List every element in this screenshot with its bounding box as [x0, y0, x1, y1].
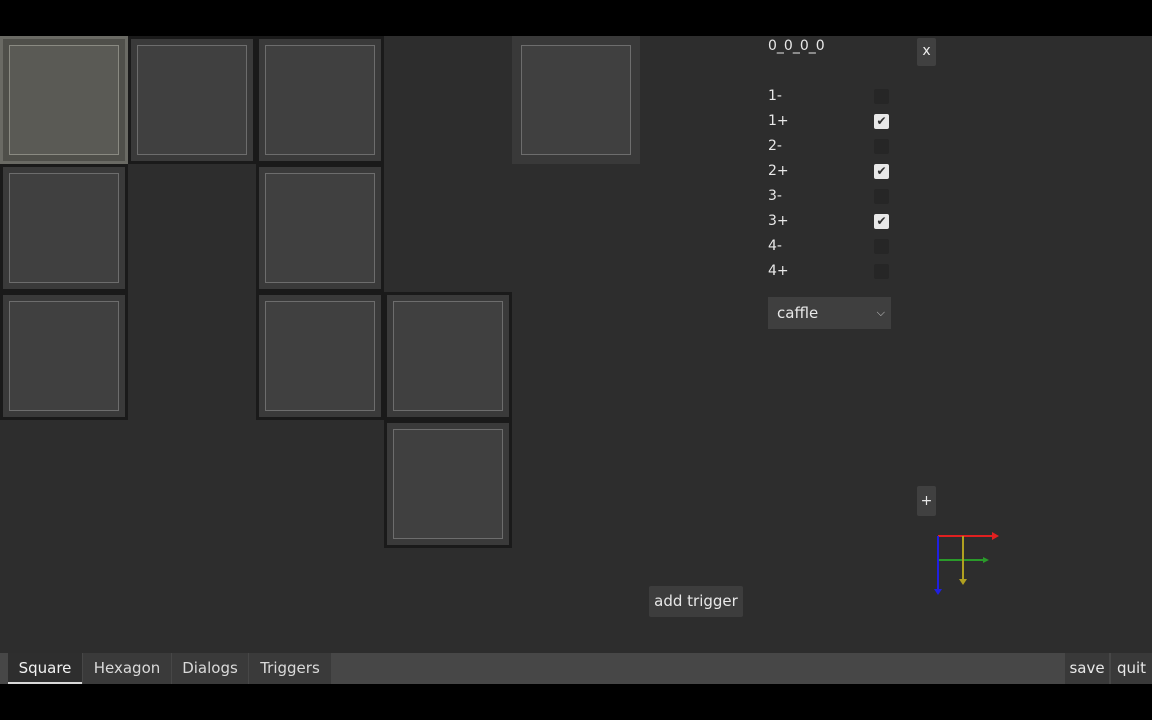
tab-square[interactable]: Square — [8, 653, 82, 684]
tile-face — [137, 45, 247, 155]
select-value: caffle — [777, 304, 819, 322]
grid-tile[interactable] — [0, 292, 128, 420]
chevron-down-icon: ⌵ — [876, 306, 885, 319]
grid-tile[interactable] — [256, 36, 384, 164]
quit-button[interactable]: quit — [1111, 653, 1152, 684]
tab-hexagon[interactable]: Hexagon — [83, 653, 171, 684]
direction-option-3-plus[interactable]: 3+ ✔ — [768, 211, 892, 233]
tile-face — [9, 45, 119, 155]
checkbox-checked[interactable]: ✔ — [874, 214, 889, 229]
direction-option-3-minus[interactable]: 3- — [768, 186, 892, 208]
tile-face — [265, 173, 375, 283]
z-axis-arrow — [934, 589, 942, 595]
grid-tile[interactable] — [128, 36, 256, 164]
grid-tile[interactable] — [256, 164, 384, 292]
tile-face — [265, 301, 375, 411]
save-button[interactable]: save — [1065, 653, 1109, 684]
tile-face — [393, 301, 503, 411]
add-trigger-button[interactable]: add trigger — [649, 586, 743, 617]
checkbox[interactable] — [874, 264, 889, 279]
option-label: 4+ — [768, 263, 789, 279]
option-label: 1- — [768, 88, 782, 104]
tile-id-label: 0_0_0_0 — [768, 38, 825, 54]
direction-option-4-plus[interactable]: 4+ — [768, 261, 892, 283]
direction-option-1-minus[interactable]: 1- — [768, 86, 892, 108]
tile-face — [9, 173, 119, 283]
tile-face — [9, 301, 119, 411]
option-label: 2- — [768, 138, 782, 154]
checkbox[interactable] — [874, 89, 889, 104]
checkbox[interactable] — [874, 239, 889, 254]
tab-triggers[interactable]: Triggers — [249, 653, 331, 684]
tab-dialogs[interactable]: Dialogs — [172, 653, 248, 684]
option-label: 4- — [768, 238, 782, 254]
checkbox[interactable] — [874, 189, 889, 204]
tile-type-select[interactable]: caffle ⌵ — [768, 297, 891, 329]
grid-tile-selected[interactable] — [0, 36, 128, 164]
checkbox[interactable] — [874, 139, 889, 154]
option-label: 2+ — [768, 163, 789, 179]
tile-face — [521, 45, 631, 155]
direction-option-2-minus[interactable]: 2- — [768, 136, 892, 158]
direction-option-4-minus[interactable]: 4- — [768, 236, 892, 258]
add-button[interactable]: + — [917, 486, 936, 516]
direction-option-2-plus[interactable]: 2+ ✔ — [768, 161, 892, 183]
option-label: 3+ — [768, 213, 789, 229]
grid-tile[interactable] — [512, 36, 640, 164]
y-axis-arrow — [983, 557, 989, 563]
grid-tile[interactable] — [0, 164, 128, 292]
checkbox-checked[interactable]: ✔ — [874, 114, 889, 129]
checkbox-checked[interactable]: ✔ — [874, 164, 889, 179]
axis-gizmo-icon — [934, 532, 999, 595]
x-axis-arrow — [992, 532, 999, 540]
w-axis-arrow — [959, 579, 967, 585]
bottom-tab-bar: Square Hexagon Dialogs Triggers save qui… — [0, 653, 1152, 684]
option-label: 3- — [768, 188, 782, 204]
direction-option-1-plus[interactable]: 1+ ✔ — [768, 111, 892, 133]
grid-tile[interactable] — [256, 292, 384, 420]
tile-face — [393, 429, 503, 539]
grid-tile[interactable] — [384, 292, 512, 420]
grid-tile[interactable] — [384, 420, 512, 548]
close-panel-button[interactable]: x — [917, 38, 936, 66]
tile-face — [265, 45, 375, 155]
option-label: 1+ — [768, 113, 789, 129]
